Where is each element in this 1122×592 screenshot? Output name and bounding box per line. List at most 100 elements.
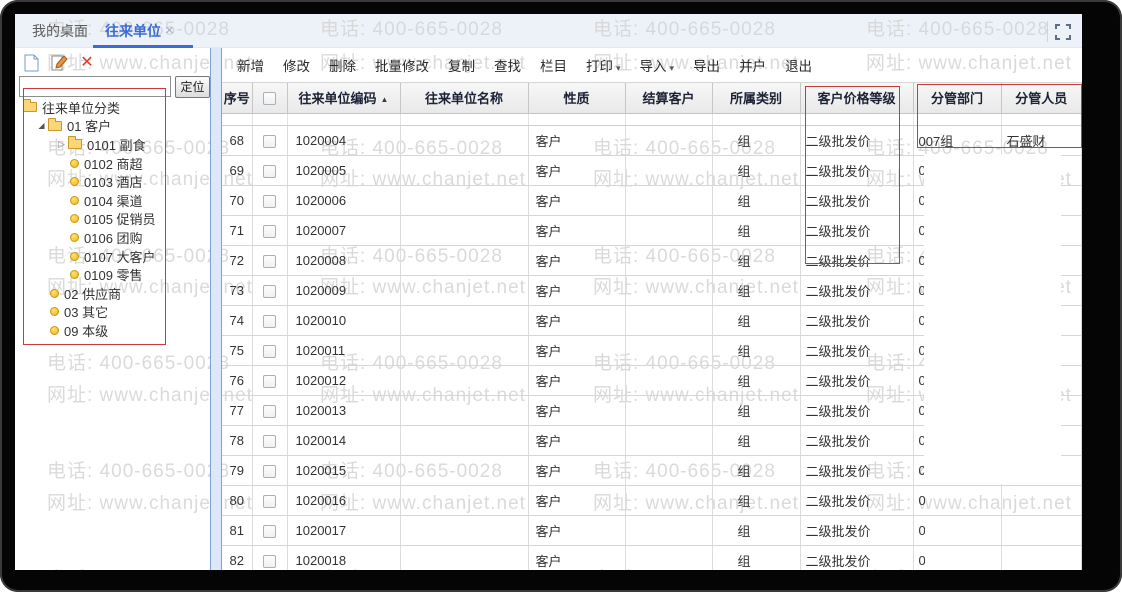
row-checkbox[interactable] [263, 404, 276, 418]
toolbar-button-删除[interactable]: 删除 [329, 55, 356, 75]
panel-splitter[interactable] [210, 48, 222, 570]
table-row[interactable]: 73 1020009 客户 组二级批发价0 [222, 275, 1082, 306]
row-checkbox[interactable] [263, 554, 276, 568]
expand-expander-icon[interactable]: ▷ [55, 139, 68, 150]
table-row[interactable]: 82 1020018 客户 组二级批发价0 [222, 545, 1082, 570]
cell-person [1001, 185, 1082, 216]
tree-item[interactable]: ▷ 0101 副食 [15, 135, 210, 154]
edit-category-icon[interactable] [49, 53, 69, 73]
cell-name [400, 485, 529, 516]
toolbar-button-栏目[interactable]: 栏目 [540, 55, 567, 75]
row-checkbox[interactable] [263, 194, 276, 208]
locate-button[interactable]: 定位 [175, 76, 210, 98]
tree-item[interactable]: 09 本级 [15, 321, 210, 340]
cell-dept: 0 [913, 425, 1002, 456]
column-header[interactable]: 分管部门 [912, 83, 1002, 114]
toolbar-button-查找[interactable]: 查找 [494, 55, 521, 75]
toolbar-button-批量修改[interactable]: 批量修改 [375, 55, 429, 75]
tree-item[interactable]: 往来单位分类 [15, 98, 210, 117]
tree-item[interactable]: 02 供应商 [15, 284, 210, 303]
column-header[interactable]: 往来单位编码 ▲ [286, 83, 401, 114]
table-row[interactable]: 70 1020006 客户 组二级批发价0 [222, 185, 1082, 216]
tree-item[interactable]: 03 其它 [15, 303, 210, 322]
select-all-checkbox[interactable] [263, 92, 276, 106]
toolbar-button-退出[interactable]: 退出 [785, 55, 812, 75]
table-row[interactable]: 79 1020015 客户 组二级批发价0 [222, 455, 1082, 486]
cell-code: 1020006 [287, 185, 401, 216]
fullscreen-expand-icon[interactable] [1055, 24, 1071, 40]
table-row[interactable]: 80 1020016 客户 组二级批发价0 [222, 485, 1082, 516]
column-header[interactable] [251, 83, 288, 114]
partners-table: 序号 往来单位编码 ▲ 往来单位名称 性质 结算客户 所属类别 客户价格等级 分管部门 分管人员 … [222, 83, 1082, 570]
table-row[interactable]: 75 1020011 客户 组二级批发价0 [222, 335, 1082, 366]
table-row[interactable]: 69 1020005 客户 组二级批发价0 [222, 155, 1082, 186]
cell-nature: 客户 [528, 305, 626, 336]
cell-seq: 69 [222, 155, 253, 186]
row-checkbox[interactable] [263, 524, 276, 538]
cell-price: 二级批发价 [800, 365, 914, 396]
cell-person [1001, 275, 1082, 306]
row-checkbox[interactable] [263, 134, 276, 148]
table-row[interactable]: 76 1020012 客户 组二级批发价0 [222, 365, 1082, 396]
cell-cat: 组 [712, 305, 801, 336]
row-checkbox[interactable] [263, 464, 276, 478]
column-header[interactable]: 性质 [527, 83, 626, 114]
row-checkbox[interactable] [263, 494, 276, 508]
tree-item[interactable]: 0102 商超 [15, 154, 210, 173]
cell-nature: 客户 [528, 155, 626, 186]
toolbar-button-修改[interactable]: 修改 [283, 55, 310, 75]
cell-code: 1020005 [287, 155, 401, 186]
column-header[interactable]: 往来单位名称 [399, 83, 529, 114]
tree-item[interactable]: 0109 零售 [15, 265, 210, 284]
row-checkbox[interactable] [263, 284, 276, 298]
table-row[interactable]: 81 1020017 客户 组二级批发价0 [222, 515, 1082, 546]
table-row[interactable]: 71 1020007 客户 组二级批发价0 [222, 215, 1082, 246]
row-checkbox[interactable] [263, 254, 276, 268]
toolbar-button-导入[interactable]: 导入 ▾ [640, 55, 675, 75]
tree-item-label: 0101 副食 [87, 137, 146, 153]
category-search-input[interactable] [19, 76, 171, 97]
row-checkbox[interactable] [263, 314, 276, 328]
cell-cat: 组 [712, 515, 801, 546]
table-row[interactable]: 77 1020013 客户 组二级批发价0 [222, 395, 1082, 426]
tree-item[interactable]: 0104 渠道 [15, 191, 210, 210]
toolbar-button-复制[interactable]: 复制 [448, 55, 475, 75]
toolbar-button-新增[interactable]: 新增 [237, 55, 264, 75]
row-checkbox[interactable] [263, 374, 276, 388]
toolbar-button-导出[interactable]: 导出 [693, 55, 720, 75]
tree-item[interactable]: 0103 酒店 [15, 172, 210, 191]
tree-item[interactable]: ◢ 01 客户 [15, 117, 210, 136]
row-checkbox[interactable] [263, 164, 276, 178]
cell-settle [625, 545, 713, 570]
toolbar-button-打印[interactable]: 打印 ▾ [586, 55, 621, 75]
column-header[interactable]: 客户价格等级 [799, 83, 914, 114]
new-category-icon[interactable] [21, 53, 41, 73]
table-row[interactable]: 78 1020014 客户 组二级批发价0 [222, 425, 1082, 456]
tree-item[interactable]: 0105 促销员 [15, 210, 210, 229]
cell-cbox [252, 305, 288, 336]
table-row[interactable]: 72 1020008 客户 组二级批发价0 [222, 245, 1082, 276]
cell-dept: 0 [913, 455, 1002, 486]
close-tab-icon[interactable]: × [165, 14, 174, 48]
tree-item[interactable]: 0107 大客户 [15, 247, 210, 266]
row-checkbox[interactable] [263, 434, 276, 448]
column-header[interactable]: 所属类别 [711, 83, 801, 114]
tab-my-desktop[interactable]: 我的桌面 [32, 14, 88, 48]
table-row[interactable]: 74 1020010 客户 组二级批发价0 [222, 305, 1082, 336]
cell-dept: 0 [913, 275, 1002, 306]
column-header[interactable]: 结算客户 [624, 83, 713, 114]
collapse-expander-icon[interactable]: ◢ [35, 121, 48, 130]
row-checkbox[interactable] [263, 344, 276, 358]
tree-item[interactable]: 0106 团购 [15, 228, 210, 247]
toolbar-button-并户[interactable]: 并户 [739, 55, 766, 75]
row-checkbox[interactable] [263, 224, 276, 238]
tab-business-partners[interactable]: 往来单位 [105, 14, 161, 48]
cell-code: 1020008 [287, 245, 401, 276]
column-header[interactable]: 分管人员 [1000, 83, 1082, 114]
cell-seq: 73 [222, 275, 253, 306]
delete-category-icon[interactable]: ✕ [77, 53, 97, 73]
cell-nature: 客户 [528, 245, 626, 276]
column-header[interactable]: 序号 [222, 83, 253, 114]
cell-cat: 组 [712, 365, 801, 396]
table-row[interactable]: 68 1020004 客户 组二级批发价 007组 石盛财 [222, 125, 1082, 156]
